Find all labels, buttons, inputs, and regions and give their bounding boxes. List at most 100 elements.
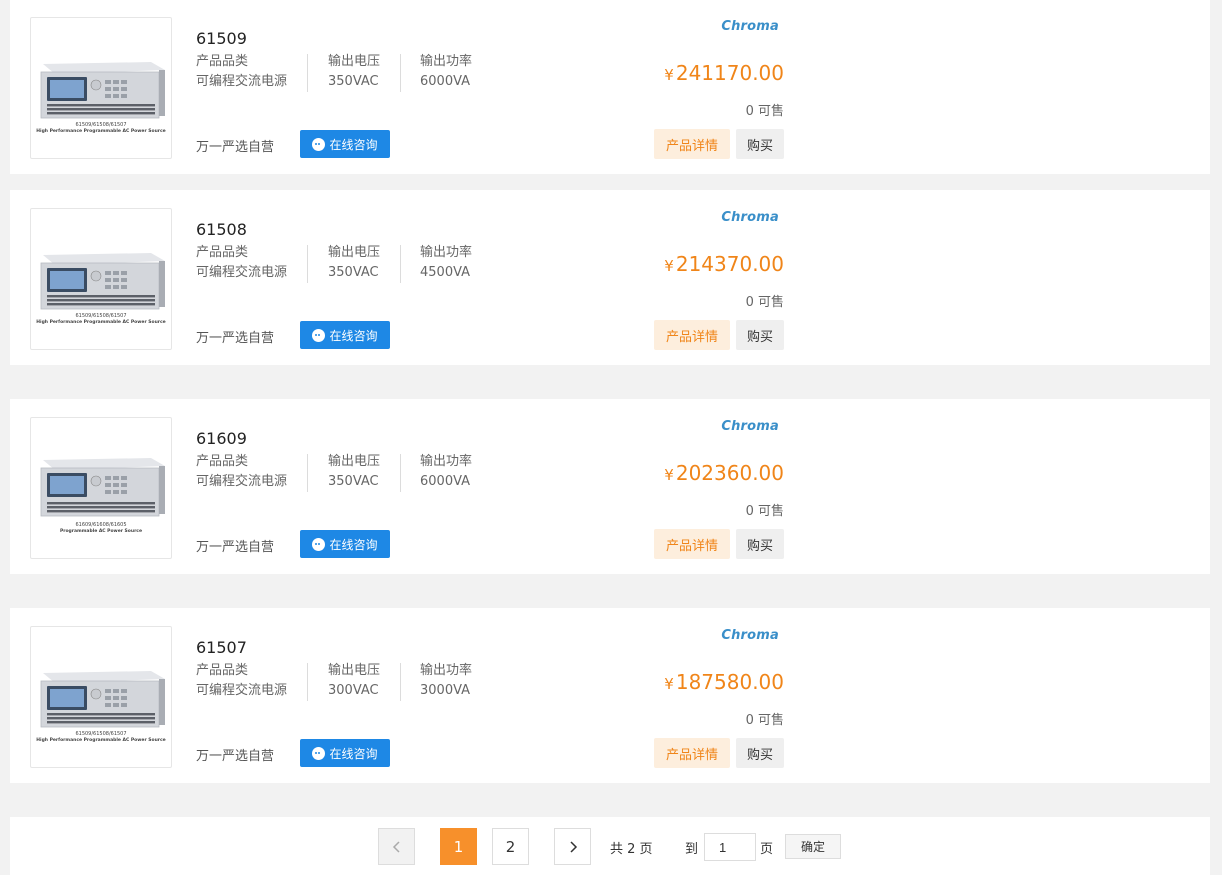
spec-label: 产品品类	[196, 454, 249, 469]
spec-divider	[400, 663, 401, 701]
stock-status: 0 可售	[745, 713, 784, 728]
product-caption-desc: High Performance Programmable AC Power S…	[36, 129, 166, 134]
product-image	[40, 671, 165, 728]
confirm-button[interactable]: 确定	[785, 834, 841, 859]
spec-item: 输出电压 350VAC	[328, 243, 380, 283]
product-price: ¥241170.00	[664, 61, 784, 85]
spec-divider	[307, 54, 308, 92]
product-caption-desc: High Performance Programmable AC Power S…	[36, 738, 166, 743]
product-image	[40, 62, 165, 119]
spec-label: 输出功率	[420, 54, 473, 69]
stock-status: 0 可售	[745, 295, 784, 310]
buy-button[interactable]: 购买	[736, 129, 784, 159]
brand-logo: Chroma	[721, 419, 779, 434]
buy-button[interactable]: 购买	[736, 529, 784, 559]
product-caption-model: 61509/61508/61507	[75, 313, 127, 319]
spec-item: 输出电压 300VAC	[328, 661, 380, 701]
product-price: ¥214370.00	[664, 252, 784, 276]
product-thumbnail[interactable]: 61609/61608/61605 Programmable AC Power …	[30, 417, 172, 559]
prev-page-button[interactable]	[378, 828, 415, 865]
page-1-button[interactable]: 1	[440, 828, 477, 865]
spec-label: 产品品类	[196, 245, 249, 260]
spec-value: 4500VA	[420, 265, 471, 280]
spec-value: 可编程交流电源	[196, 74, 288, 89]
product-thumbnail[interactable]: 61509/61508/61507 High Performance Progr…	[30, 208, 172, 350]
spec-value: 350VAC	[328, 474, 379, 489]
spec-label: 产品品类	[196, 663, 249, 678]
product-detail-button[interactable]: 产品详情	[654, 129, 730, 159]
brand-logo: Chroma	[721, 19, 779, 34]
spec-item: 产品品类 可编程交流电源	[196, 52, 287, 92]
product-thumbnail[interactable]: 61509/61508/61507 High Performance Progr…	[30, 626, 172, 768]
power-supply-illustration	[40, 671, 165, 728]
product-model[interactable]: 61508	[196, 220, 247, 239]
spec-label: 输出功率	[420, 245, 473, 260]
seller-label: 万一严选自营	[196, 140, 275, 155]
power-supply-illustration	[40, 62, 165, 119]
spec-label: 输出电压	[328, 454, 381, 469]
consult-label: 在线咨询	[329, 137, 378, 152]
spec-item: 输出电压 350VAC	[328, 52, 380, 92]
price-value: 214370.00	[675, 252, 784, 276]
spec-value: 可编程交流电源	[196, 683, 288, 698]
spec-divider	[400, 54, 401, 92]
price-value: 241170.00	[675, 61, 784, 85]
spec-item: 输出功率 4500VA	[420, 243, 472, 283]
seller-label: 万一严选自营	[196, 540, 275, 555]
page-suffix-label: 页	[760, 842, 774, 857]
product-price: ¥187580.00	[664, 670, 784, 694]
product-model[interactable]: 61509	[196, 29, 247, 48]
goto-page-input[interactable]	[704, 833, 756, 861]
spec-label: 输出电压	[328, 245, 381, 260]
product-card: 61609/61608/61605 Programmable AC Power …	[10, 399, 1210, 574]
online-consult-button[interactable]: 在线咨询	[300, 321, 390, 349]
currency-symbol: ¥	[664, 66, 674, 84]
spec-item: 输出功率 3000VA	[420, 661, 472, 701]
online-consult-button[interactable]: 在线咨询	[300, 530, 390, 558]
spec-label: 输出电压	[328, 54, 381, 69]
spec-item: 产品品类 可编程交流电源	[196, 243, 287, 283]
consult-label: 在线咨询	[329, 537, 378, 552]
chat-bubble-icon	[312, 137, 326, 151]
product-thumbnail[interactable]: 61509/61508/61507 High Performance Progr…	[30, 17, 172, 159]
next-page-button[interactable]	[554, 828, 591, 865]
spec-divider	[400, 245, 401, 283]
online-consult-button[interactable]: 在线咨询	[300, 130, 390, 158]
product-caption-model: 61509/61508/61507	[75, 122, 127, 128]
online-consult-button[interactable]: 在线咨询	[300, 739, 390, 767]
product-detail-button[interactable]: 产品详情	[654, 320, 730, 350]
spec-value: 6000VA	[420, 74, 471, 89]
stock-status: 0 可售	[745, 504, 784, 519]
spec-value: 3000VA	[420, 683, 471, 698]
consult-label: 在线咨询	[329, 328, 378, 343]
consult-label: 在线咨询	[329, 746, 378, 761]
product-price: ¥202360.00	[664, 461, 784, 485]
spec-value: 可编程交流电源	[196, 474, 288, 489]
product-model[interactable]: 61609	[196, 429, 247, 448]
product-detail-button[interactable]: 产品详情	[654, 529, 730, 559]
product-image	[40, 253, 165, 310]
product-card: 61509/61508/61507 High Performance Progr…	[10, 0, 1210, 174]
product-card: 61509/61508/61507 High Performance Progr…	[10, 190, 1210, 365]
product-detail-button[interactable]: 产品详情	[654, 738, 730, 768]
brand-logo: Chroma	[721, 628, 779, 643]
page-2-button[interactable]: 2	[492, 828, 529, 865]
spec-value: 6000VA	[420, 474, 471, 489]
goto-label: 到	[685, 842, 699, 857]
buy-button[interactable]: 购买	[736, 738, 784, 768]
chat-bubble-icon	[312, 328, 326, 342]
spec-value: 300VAC	[328, 683, 379, 698]
price-value: 202360.00	[675, 461, 784, 485]
spec-item: 产品品类 可编程交流电源	[196, 661, 287, 701]
buy-button[interactable]: 购买	[736, 320, 784, 350]
currency-symbol: ¥	[664, 675, 674, 693]
spec-divider	[307, 663, 308, 701]
product-model[interactable]: 61507	[196, 638, 247, 657]
total-pages-text: 共 2 页	[610, 842, 653, 857]
spec-value: 350VAC	[328, 265, 379, 280]
price-value: 187580.00	[675, 670, 784, 694]
spec-label: 输出功率	[420, 454, 473, 469]
seller-label: 万一严选自营	[196, 331, 275, 346]
pagination: 1 2 共 2 页 到 页 确定	[10, 817, 1210, 875]
spec-divider	[400, 454, 401, 492]
